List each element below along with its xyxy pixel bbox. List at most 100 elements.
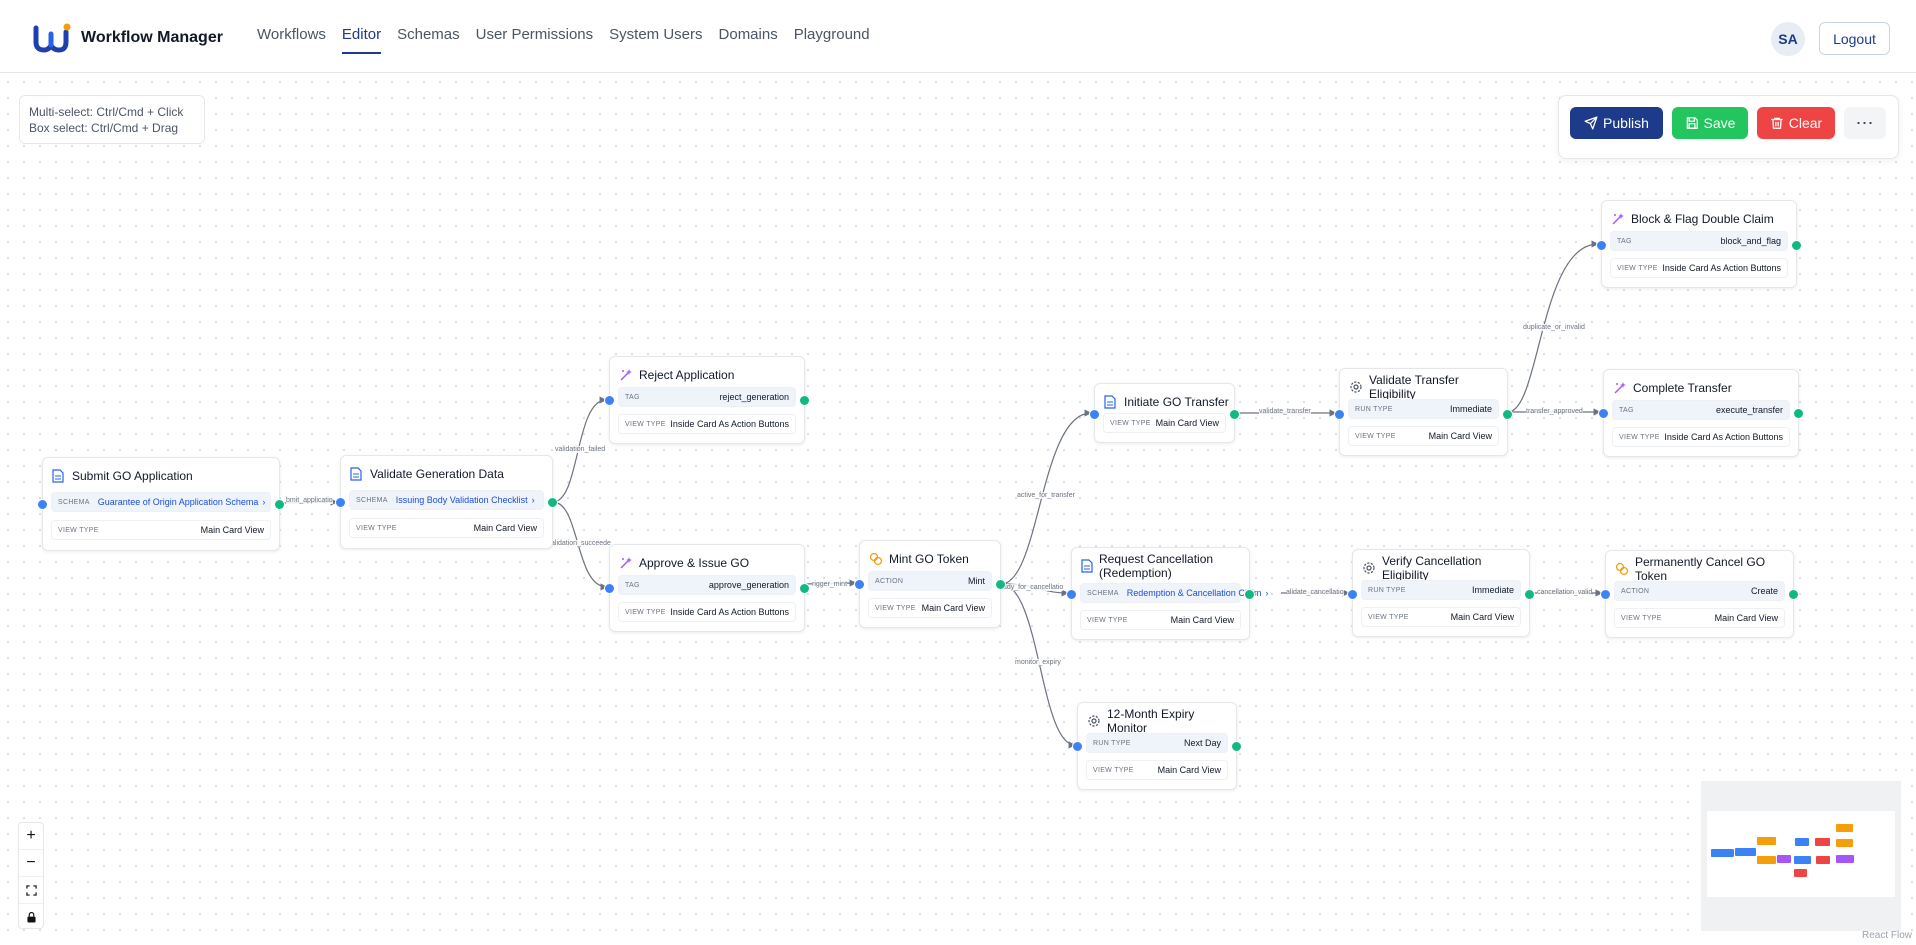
nav-user-permissions[interactable]: User Permissions (476, 26, 594, 54)
app-logo[interactable]: Workflow Manager (33, 22, 223, 54)
clear-button[interactable]: Clear (1757, 107, 1835, 139)
output-handle[interactable] (799, 395, 810, 406)
node-mint-go-token[interactable]: Mint GO Token ACTION Mint VIEW TYPE Main… (854, 540, 1006, 628)
more-options-button[interactable]: ⋯ (1844, 107, 1886, 139)
edge-label-active-for-transfer: active_for_transfer (1017, 492, 1075, 499)
node-permanently-cancel-go-token[interactable]: Permanently Cancel GO Token ACTION Creat… (1600, 550, 1799, 638)
nav-editor[interactable]: Editor (341, 26, 382, 54)
node-validate-transfer-eligibility[interactable]: Validate Transfer Eligibility RUN TYPE I… (1334, 368, 1513, 456)
node-header: Approve & Issue GO (619, 554, 804, 572)
edge-label-duplicate-or-invalid: duplicate_or_invalid (1523, 324, 1585, 331)
node-expiry-monitor[interactable]: 12-Month Expiry Monitor RUN TYPE Next Da… (1072, 702, 1242, 790)
trash-icon (1770, 117, 1783, 129)
input-handle[interactable] (1347, 589, 1358, 600)
input-handle[interactable] (37, 499, 48, 510)
zoom-controls: + − (18, 822, 44, 929)
zoom-out-button[interactable]: − (19, 850, 43, 877)
node-verify-cancellation-eligibility[interactable]: Verify Cancellation Eligibility RUN TYPE… (1347, 549, 1535, 637)
node-row-view-type: VIEW TYPE Inside Card As Action Buttons (618, 602, 796, 622)
node-validate-generation-data[interactable]: Validate Generation Data SCHEMA Issuing … (335, 455, 558, 549)
output-handle[interactable] (1244, 589, 1255, 600)
schema-link[interactable]: Issuing Body Validation Checklist (396, 495, 528, 505)
input-handle[interactable] (1600, 589, 1611, 600)
node-block-flag-double-claim[interactable]: Block & Flag Double Claim TAG block_and_… (1596, 200, 1802, 288)
input-handle[interactable] (604, 395, 615, 406)
react-flow-attribution[interactable]: React Flow (1862, 930, 1912, 941)
node-row-action: ACTION Mint (868, 571, 992, 591)
node-row-view-type: VIEW TYPE Main Card View (868, 598, 992, 618)
input-handle[interactable] (1066, 589, 1077, 600)
publish-button[interactable]: Publish (1570, 107, 1663, 139)
lock-button[interactable] (19, 904, 43, 930)
node-title: Verify Cancellation Eligibility (1382, 554, 1482, 582)
row-key: VIEW TYPE (1617, 264, 1658, 272)
node-initiate-go-transfer[interactable]: Initiate GO Transfer VIEW TYPE Main Card… (1089, 383, 1240, 443)
nav-system-users[interactable]: System Users (609, 26, 702, 54)
node-submit-go-application[interactable]: Submit GO Application SCHEMA Guarantee o… (37, 457, 285, 551)
input-handle[interactable] (1596, 240, 1607, 251)
minimap-node (1794, 856, 1811, 864)
output-handle[interactable] (547, 497, 558, 508)
output-handle[interactable] (995, 579, 1006, 590)
input-handle[interactable] (854, 579, 865, 590)
output-handle[interactable] (1791, 240, 1802, 251)
sparkle-icon (619, 556, 633, 570)
output-handle[interactable] (1229, 409, 1240, 420)
logout-button[interactable]: Logout (1819, 22, 1890, 55)
nav-workflows[interactable]: Workflows (257, 26, 326, 54)
input-handle[interactable] (1598, 408, 1609, 419)
app-title: Workflow Manager (81, 29, 223, 46)
nav-schemas[interactable]: Schemas (397, 26, 460, 54)
output-handle[interactable] (1231, 741, 1242, 752)
nav-domains[interactable]: Domains (719, 26, 778, 54)
node-row-tag: TAG block_and_flag (1610, 231, 1788, 251)
input-handle[interactable] (335, 497, 346, 508)
row-value: Main Card View (1157, 765, 1221, 775)
output-handle[interactable] (1793, 408, 1804, 419)
node-reject-application[interactable]: Reject Application TAG reject_generation… (604, 356, 810, 444)
node-header: Verify Cancellation Eligibility (1362, 554, 1529, 582)
minimap-node (1711, 849, 1734, 857)
input-handle[interactable] (1089, 409, 1100, 420)
output-handle[interactable] (1502, 409, 1513, 420)
minimap-node (1836, 824, 1853, 832)
node-row-schema[interactable]: SCHEMA Guarantee of Origin Application S… (51, 492, 271, 512)
chevron-right-icon: › (262, 497, 266, 507)
zoom-in-button[interactable]: + (19, 823, 43, 850)
publish-label: Publish (1603, 115, 1649, 131)
node-row-view-type: VIEW TYPE Main Card View (1080, 610, 1241, 630)
input-handle[interactable] (1072, 741, 1083, 752)
input-handle[interactable] (1334, 409, 1345, 420)
fit-view-button[interactable] (19, 877, 43, 904)
user-avatar[interactable]: SA (1771, 22, 1805, 56)
output-handle[interactable] (799, 583, 810, 594)
node-row-schema[interactable]: SCHEMA Issuing Body Validation Checklist… (349, 490, 544, 510)
node-row-schema[interactable]: SCHEMA Redemption & Cancellation Claim › (1080, 583, 1268, 603)
output-handle[interactable] (274, 499, 285, 510)
node-row-action: ACTION Create (1614, 581, 1785, 601)
row-value: Main Card View (473, 523, 537, 533)
node-header: Validate Generation Data (350, 465, 552, 483)
row-key: SCHEMA (58, 498, 90, 506)
schema-link[interactable]: Guarantee of Origin Application Schema (98, 497, 259, 507)
minimap-node (1815, 838, 1830, 846)
schema-link[interactable]: Redemption & Cancellation Claim (1127, 588, 1262, 598)
nav-playground[interactable]: Playground (794, 26, 870, 54)
node-request-cancellation[interactable]: Request Cancellation (Redemption) SCHEMA… (1066, 547, 1268, 640)
row-value: Inside Card As Action Buttons (1662, 263, 1781, 273)
row-value: Create (1750, 586, 1778, 596)
row-key: VIEW TYPE (1368, 613, 1409, 621)
selection-hint: Multi-select: Ctrl/Cmd + Click Box selec… (19, 95, 205, 144)
node-row-run-type: RUN TYPE Immediate (1348, 399, 1499, 419)
input-handle[interactable] (604, 583, 615, 594)
output-handle[interactable] (1524, 589, 1535, 600)
node-approve-issue-go[interactable]: Approve & Issue GO TAG approve_generatio… (604, 544, 810, 632)
node-complete-transfer[interactable]: Complete Transfer TAG execute_transfer V… (1598, 369, 1804, 457)
output-handle[interactable] (1788, 589, 1799, 600)
node-title: Submit GO Application (72, 469, 193, 483)
node-header: Reject Application (619, 366, 804, 384)
minimap-node (1836, 839, 1853, 847)
minimap[interactable] (1701, 781, 1901, 931)
document-icon (52, 469, 66, 483)
save-button[interactable]: Save (1672, 107, 1748, 139)
